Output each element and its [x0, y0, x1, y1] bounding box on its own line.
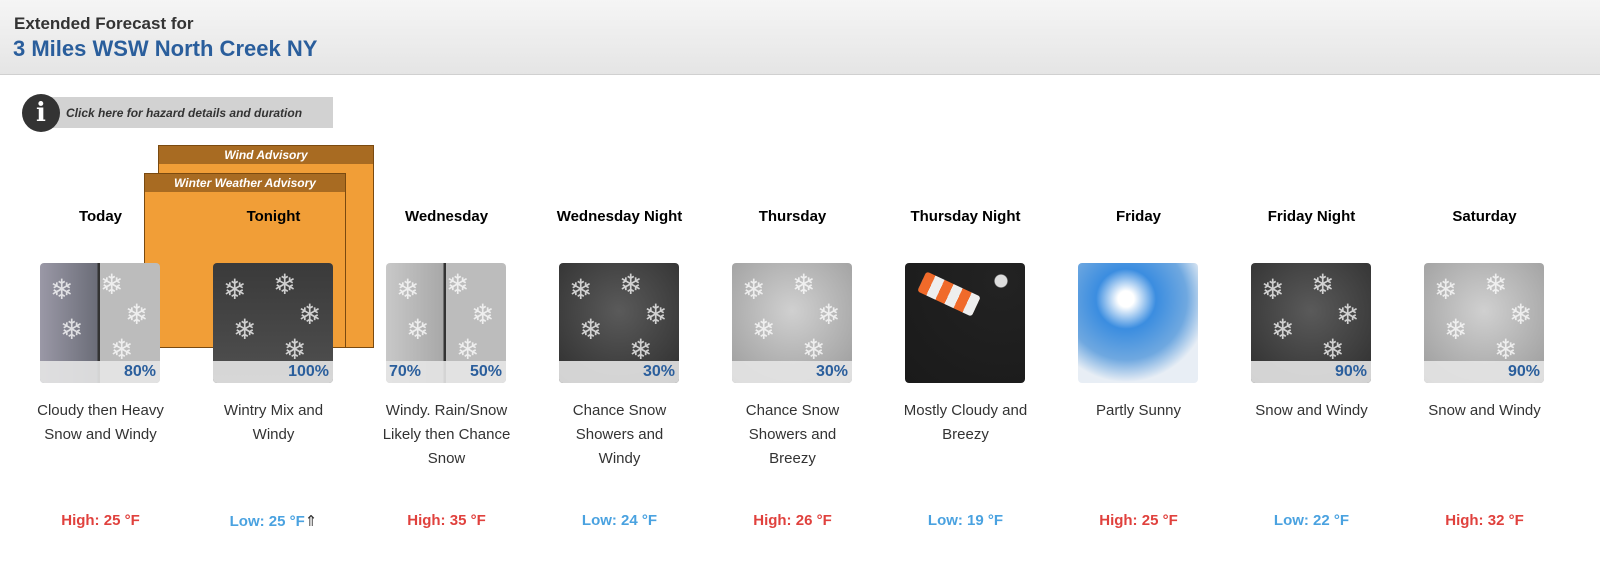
snowflake-icon: ❄	[125, 299, 149, 330]
precip-chance: 30%	[559, 361, 679, 383]
temperature-value: Low: 25 °F	[229, 513, 305, 530]
snowflake-icon: ❄	[752, 314, 776, 345]
snowflake-icon: ❄	[1484, 269, 1508, 300]
precip-chance: 90%	[1251, 361, 1371, 383]
precip-chance: 30%	[732, 361, 852, 383]
snowflake-icon: ❄	[579, 314, 603, 345]
rising-temperature-icon: ⇑	[304, 513, 318, 530]
snowflake-icon: ❄	[60, 314, 84, 345]
wind-advisory-label: Wind Advisory	[159, 146, 373, 164]
snowflake-icon: ❄	[742, 274, 766, 305]
precip-chance: 80%	[40, 361, 160, 383]
precip-value: 90%	[1334, 363, 1367, 380]
winter-weather-advisory-label: Winter Weather Advisory	[145, 174, 345, 192]
rain-snow-weather-icon[interactable]: ❄ ❄ ❄ ❄ ❄ 70% 50%	[386, 263, 506, 383]
temperature-value: Low: 22 °F	[1273, 512, 1350, 529]
snowflake-icon: ❄	[792, 269, 816, 300]
period-temperature: Low: 25 °F⇑	[187, 512, 360, 530]
snowflake-icon: ❄	[569, 274, 593, 305]
precip-chance: 100%	[213, 361, 333, 383]
snowflake-icon: ❄	[1434, 274, 1458, 305]
snowflake-icon: ❄	[298, 299, 322, 330]
snowflake-icon: ❄	[223, 274, 247, 305]
period-description: Snow and Windy	[1255, 402, 1368, 419]
snowflake-icon: ❄	[1509, 299, 1533, 330]
period-description: Snow and Windy	[1428, 402, 1541, 419]
period-temperature: High: 35 °F	[360, 512, 533, 529]
snowflake-icon: ❄	[1444, 314, 1468, 345]
temperature-value: High: 32 °F	[1445, 512, 1524, 529]
windsock-night-weather-icon[interactable]	[905, 263, 1025, 383]
snowflake-icon: ❄	[100, 269, 124, 300]
period-temperature: Low: 22 °F	[1225, 512, 1398, 529]
snowflake-icon: ❄	[619, 269, 643, 300]
windsock-icon	[917, 271, 981, 317]
temperature-value: Low: 24 °F	[581, 512, 658, 529]
snowflake-icon: ❄	[446, 269, 470, 300]
period-name: Wednesday Night	[556, 208, 683, 225]
hazard-details-label: Click here for hazard details and durati…	[66, 106, 303, 120]
cloudy-snow-weather-icon[interactable]: ❄ ❄ ❄ ❄ ❄ 80%	[40, 263, 160, 383]
header-subtitle: Extended Forecast for	[14, 14, 194, 33]
precip-value: 90%	[1507, 363, 1540, 380]
snowflake-icon: ❄	[406, 314, 430, 345]
temperature-value: High: 35 °F	[407, 512, 486, 529]
precip-value: 50%	[469, 363, 502, 380]
hazard-details-button[interactable]: Click here for hazard details and durati…	[40, 97, 333, 128]
precip-value: 30%	[642, 363, 675, 380]
precip-chance: 70% 50%	[386, 361, 506, 383]
wintry-mix-weather-icon[interactable]: ❄ ❄ ❄ ❄ ❄ 100%	[213, 263, 333, 383]
snowflake-icon: ❄	[1311, 269, 1335, 300]
period-description: Mostly Cloudy and Breezy	[903, 402, 1028, 443]
snowflake-icon: ❄	[644, 299, 668, 330]
snowflake-icon: ❄	[50, 274, 74, 305]
temperature-value: High: 25 °F	[61, 512, 140, 529]
period-description: Chance Snow Showers and Breezy	[745, 402, 840, 467]
precip-value: 30%	[815, 363, 848, 380]
precip-value-first: 70%	[389, 363, 422, 380]
partly-sunny-weather-icon[interactable]	[1078, 263, 1198, 383]
temperature-value: Low: 19 °F	[927, 512, 1004, 529]
period-temperature: High: 25 °F	[1052, 512, 1225, 529]
snowflake-icon: ❄	[471, 299, 495, 330]
period-name: Friday	[1115, 208, 1161, 225]
snowflake-icon: ❄	[1336, 299, 1360, 330]
location-title: 3 Miles WSW North Creek NY	[13, 36, 318, 61]
snowflake-icon: ❄	[817, 299, 841, 330]
snowflake-icon: ❄	[1271, 314, 1295, 345]
period-description: Windy. Rain/Snow Likely then Chance Snow	[382, 402, 511, 467]
period-name: Thursday	[758, 208, 827, 225]
snow-day-weather-icon[interactable]: ❄ ❄ ❄ ❄ ❄ 30%	[732, 263, 852, 383]
period-temperature: Low: 19 °F	[879, 512, 1052, 529]
snowflake-icon: ❄	[233, 314, 257, 345]
info-icon[interactable]: i	[22, 94, 60, 132]
period-name: Thursday Night	[910, 208, 1021, 225]
temperature-value: High: 26 °F	[753, 512, 832, 529]
precip-value: 100%	[288, 363, 329, 380]
precip-value: 80%	[123, 363, 156, 380]
period-name: Today	[78, 208, 123, 225]
snowflake-icon: ❄	[1261, 274, 1285, 305]
snowflake-icon: ❄	[396, 274, 420, 305]
period-temperature: High: 32 °F	[1398, 512, 1571, 529]
period-name: Friday Night	[1267, 208, 1356, 225]
snow-day-weather-icon[interactable]: ❄ ❄ ❄ ❄ ❄ 90%	[1424, 263, 1544, 383]
snowflake-icon: ❄	[273, 269, 297, 300]
period-name: Tonight	[246, 208, 301, 225]
temperature-value: High: 25 °F	[1099, 512, 1178, 529]
period-temperature: High: 25 °F	[14, 512, 187, 529]
period-description: Wintry Mix and Windy	[223, 402, 324, 443]
period-description: Partly Sunny	[1095, 402, 1182, 419]
period-temperature: High: 26 °F	[706, 512, 879, 529]
period-description: Cloudy then Heavy Snow and Windy	[37, 402, 164, 443]
snow-night-weather-icon[interactable]: ❄ ❄ ❄ ❄ ❄ 30%	[559, 263, 679, 383]
period-name: Wednesday	[404, 208, 489, 225]
precip-chance: 90%	[1424, 361, 1544, 383]
page-header: Extended Forecast for 3 Miles WSW North …	[0, 0, 1600, 75]
period-description: Chance Snow Showers and Windy	[572, 402, 667, 467]
period-temperature: Low: 24 °F	[533, 512, 706, 529]
snow-night-weather-icon[interactable]: ❄ ❄ ❄ ❄ ❄ 90%	[1251, 263, 1371, 383]
period-name: Saturday	[1452, 208, 1517, 225]
